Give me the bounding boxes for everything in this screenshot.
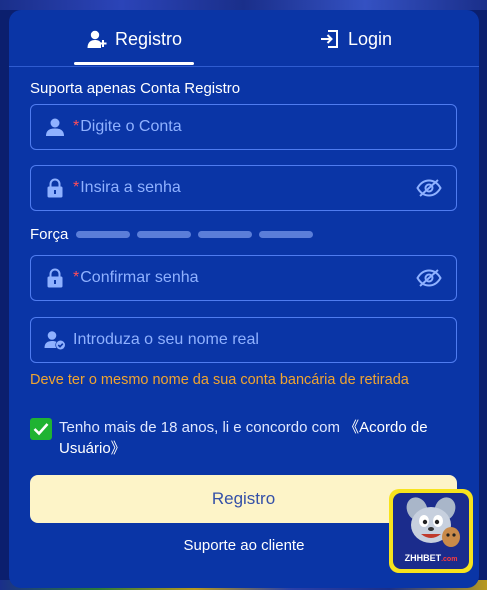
strength-bar-1: [76, 230, 131, 238]
user-add-icon: [87, 29, 107, 49]
background-strip-top: [0, 0, 487, 10]
strength-bar-3: [198, 230, 253, 238]
strength-bar-4: [259, 230, 314, 238]
lock-icon: [44, 177, 66, 199]
password-strength: Força: [30, 225, 320, 243]
tab-registro[interactable]: Registro: [87, 24, 182, 54]
user-icon: [44, 116, 66, 138]
account-placeholder: Digite o Conta: [80, 118, 182, 135]
password-field[interactable]: * Insira a senha: [30, 165, 457, 211]
confirm-password-field[interactable]: * Confirmar senha: [30, 255, 457, 301]
eye-off-icon[interactable]: [415, 267, 443, 289]
tab-login[interactable]: Login: [320, 24, 392, 54]
brand-name: ZHHBET.com: [393, 553, 469, 563]
tab-bar: Registro Login: [9, 10, 479, 67]
customer-support-link[interactable]: Suporte ao cliente: [184, 537, 305, 554]
tab-login-label: Login: [348, 28, 393, 49]
terms-text: Tenho mais de 18 anos, li e concordo com…: [59, 417, 450, 459]
real-name-placeholder: Introduza o seu nome real: [73, 331, 259, 348]
brand-suffix: .com: [441, 556, 458, 563]
eye-off-icon[interactable]: [415, 177, 443, 199]
brand-badge[interactable]: ZHHBET.com: [389, 489, 473, 573]
password-placeholder: Insira a senha: [80, 179, 181, 196]
check-icon: [33, 423, 49, 436]
terms-row: Tenho mais de 18 anos, li e concordo com…: [30, 417, 450, 459]
terms-checkbox[interactable]: [30, 418, 52, 440]
user-verified-icon: [44, 329, 66, 351]
confirm-password-placeholder: Confirmar senha: [80, 269, 199, 286]
real-name-warning: Deve ter o mesmo nome da sua conta bancá…: [30, 372, 409, 388]
account-field[interactable]: * Digite o Conta: [30, 104, 457, 150]
terms-statement: Tenho mais de 18 anos, li e concordo com: [59, 419, 345, 436]
strength-bar-2: [137, 230, 192, 238]
login-icon: [320, 29, 340, 49]
brand-label: ZHHBET: [404, 553, 442, 563]
active-tab-indicator: [74, 62, 194, 65]
required-mark: *: [73, 118, 80, 135]
real-name-field[interactable]: Introduza o seu nome real: [30, 317, 457, 363]
mascot-icon: [406, 497, 460, 547]
required-mark: *: [73, 179, 80, 196]
section-label: Suporta apenas Conta Registro: [30, 80, 241, 97]
required-mark: *: [73, 269, 80, 286]
lock-icon: [44, 267, 66, 289]
strength-label: Força: [30, 225, 69, 243]
mascot-logo: ZHHBET.com: [393, 493, 469, 569]
tab-registro-label: Registro: [115, 28, 183, 49]
